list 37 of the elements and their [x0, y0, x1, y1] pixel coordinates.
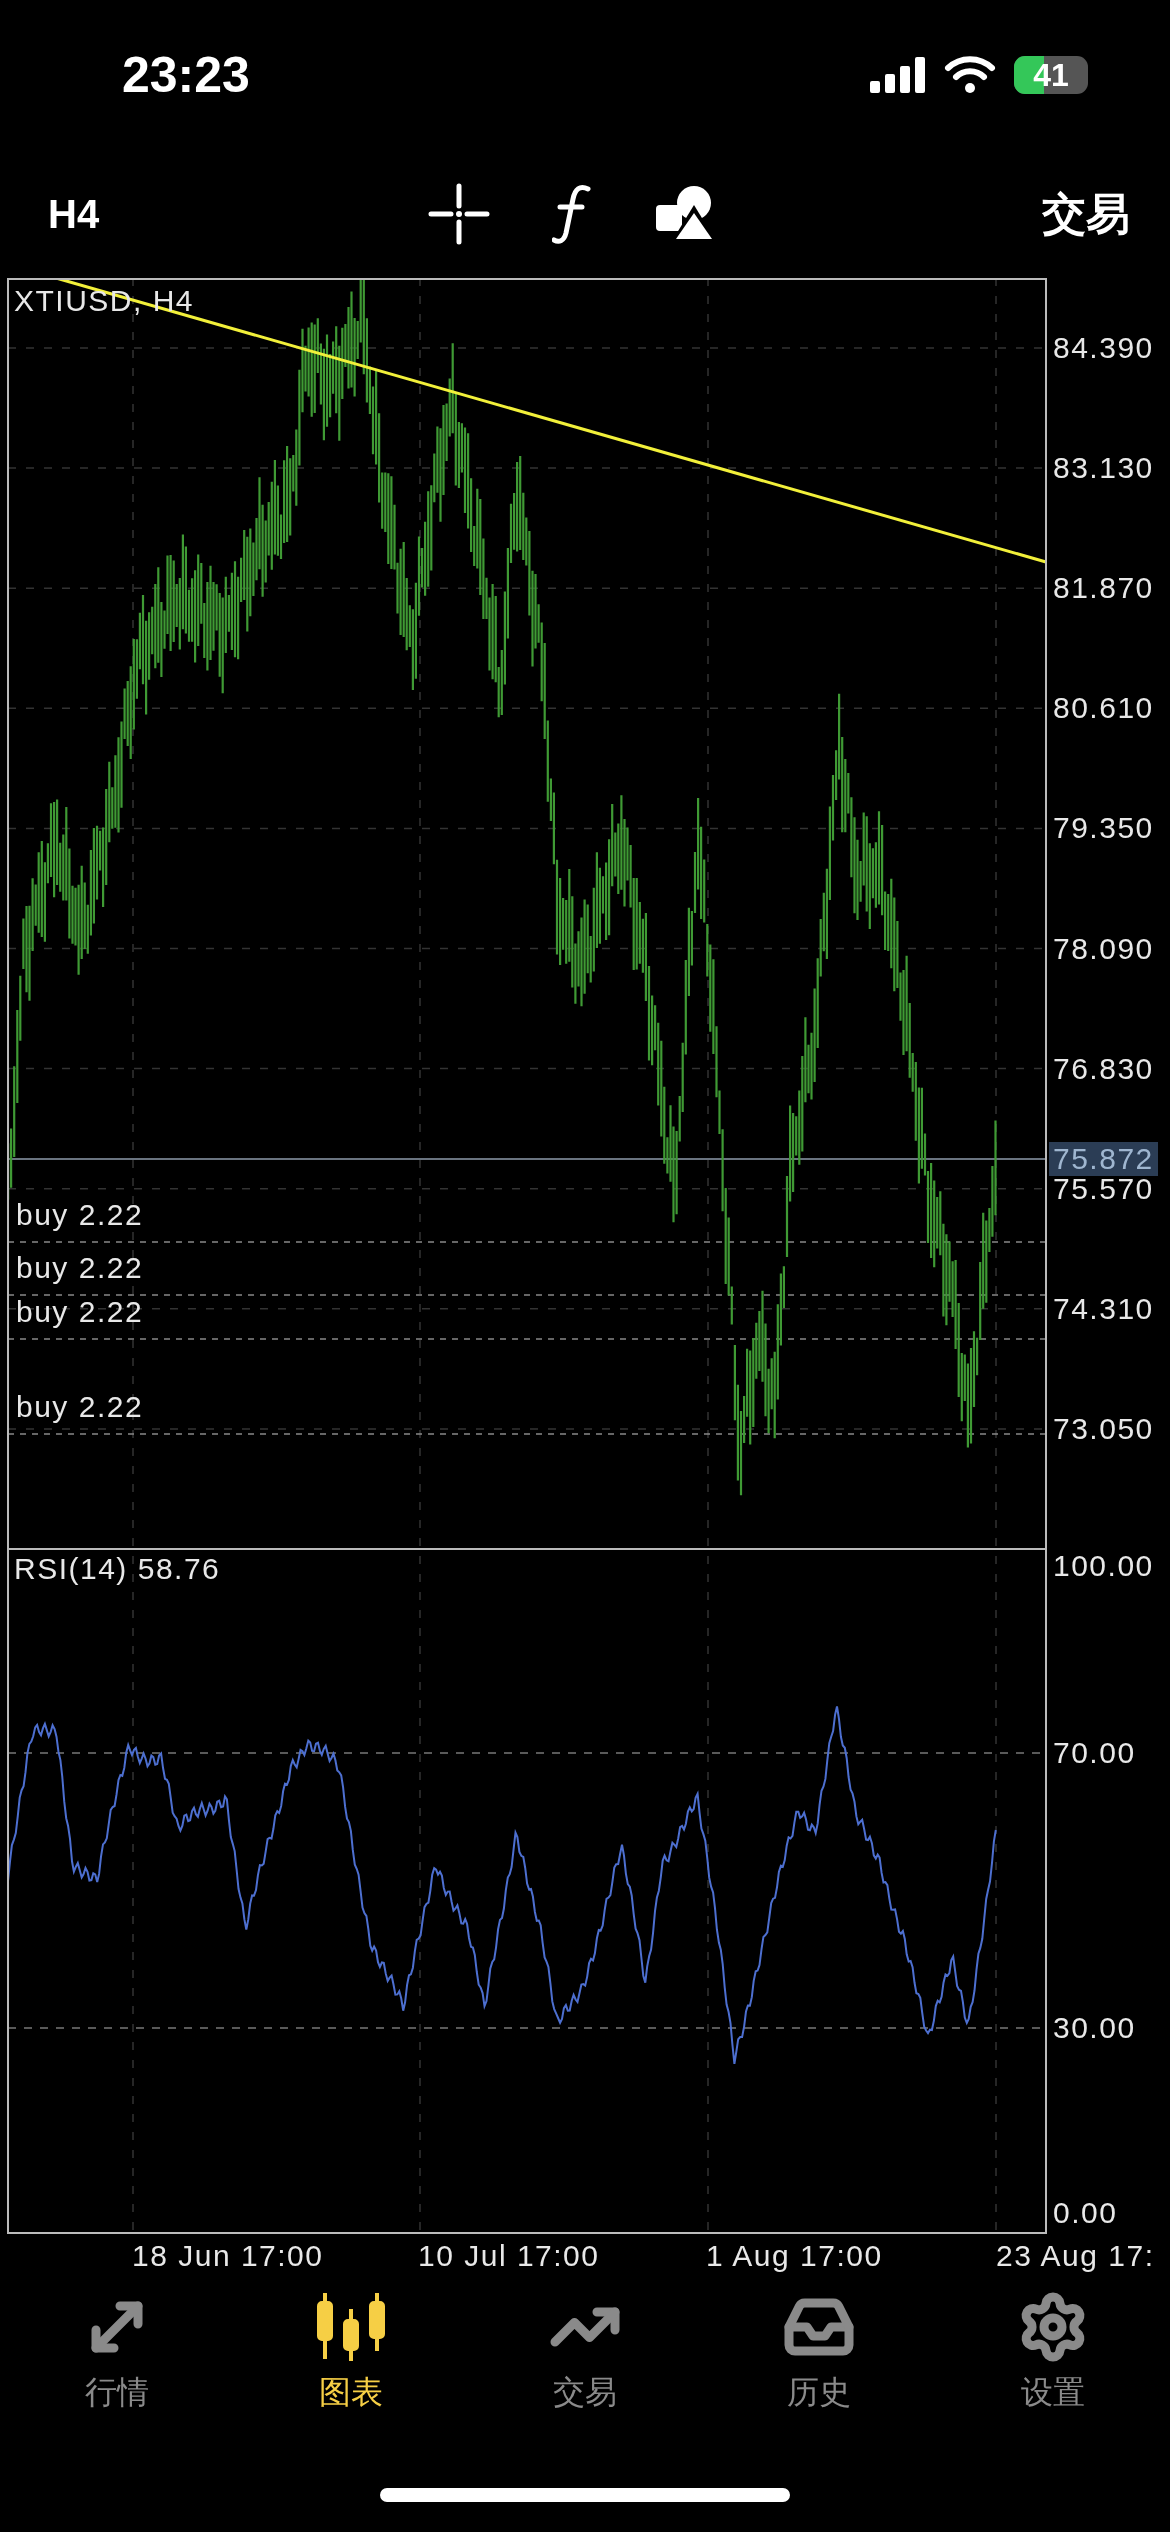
- time-axis-label: 1 Aug 17:00: [706, 2241, 883, 2271]
- tab-item[interactable]: 图表: [234, 2291, 468, 2415]
- indicator-label: RSI(14) 58.76: [14, 1554, 221, 1584]
- price-axis-label: 74.310: [1053, 1293, 1154, 1324]
- tab-item[interactable]: 交易: [468, 2291, 702, 2415]
- symbol-label: XTIUSD, H4: [14, 286, 195, 316]
- price-axis-label: 83.130: [1053, 453, 1154, 484]
- order-label: buy 2.22: [16, 1392, 144, 1422]
- time-axis-label: 18 Jun 17:00: [132, 2241, 324, 2271]
- price-axis-label: 75.570: [1053, 1173, 1154, 1204]
- clock-time: 23:23: [122, 46, 250, 104]
- order-label: buy 2.22: [16, 1253, 144, 1283]
- tab-item[interactable]: 行情: [0, 2291, 234, 2415]
- tab-item[interactable]: 设置: [936, 2291, 1170, 2415]
- time-axis-label: 23 Aug 17:: [996, 2241, 1155, 2271]
- current-price-label: 75.872: [1049, 1142, 1158, 1176]
- rsi-axis-label: 70.00: [1053, 1738, 1136, 1768]
- order-label: buy 2.22: [16, 1200, 144, 1230]
- order-label: buy 2.22: [16, 1297, 144, 1327]
- time-axis-label: 10 Jul 17:00: [418, 2241, 600, 2271]
- tab-item[interactable]: 历史: [702, 2291, 936, 2415]
- price-axis-label: 79.350: [1053, 813, 1154, 844]
- function-icon[interactable]: [552, 183, 592, 245]
- price-axis-label: 73.050: [1053, 1413, 1154, 1444]
- rsi-axis-label: 100.00: [1053, 1551, 1154, 1581]
- rsi-axis-label: 0.00: [1053, 2198, 1118, 2228]
- price-axis-label: 81.870: [1053, 573, 1154, 604]
- crosshair-icon[interactable]: [428, 183, 490, 245]
- price-axis-label: 80.610: [1053, 693, 1154, 724]
- price-axis-label: 84.390: [1053, 333, 1154, 363]
- rsi-axis-label: 30.00: [1053, 2013, 1136, 2043]
- price-axis-label: 76.830: [1053, 1053, 1154, 1084]
- signal-icon: [870, 57, 926, 93]
- wifi-icon: [944, 56, 996, 94]
- price-axis-label: 78.090: [1053, 933, 1154, 964]
- timeframe-button[interactable]: H4: [48, 191, 428, 237]
- trade-button[interactable]: 交易: [1042, 184, 1130, 244]
